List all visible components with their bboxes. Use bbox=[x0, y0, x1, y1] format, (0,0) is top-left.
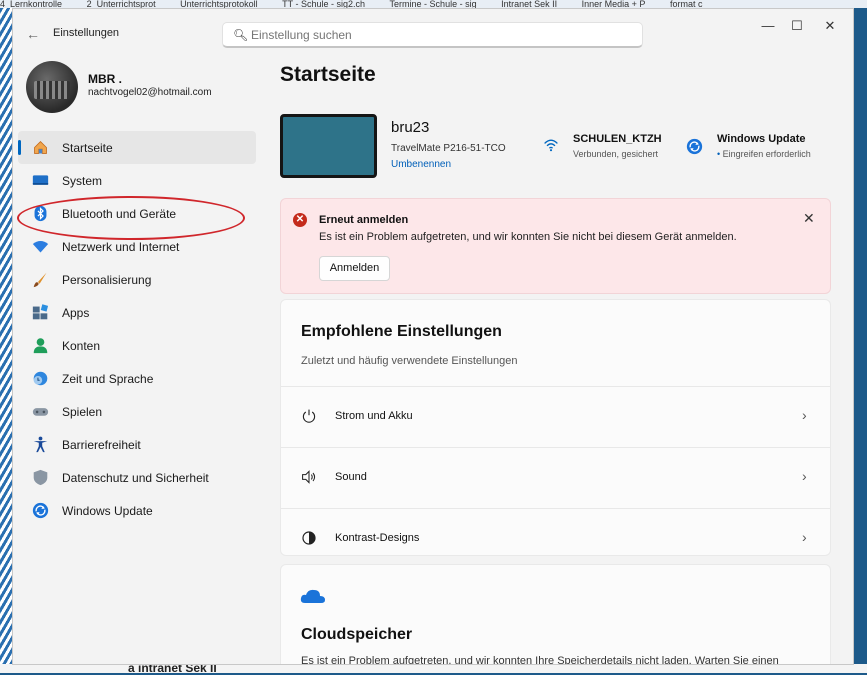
home-icon bbox=[34, 140, 47, 154]
sidebar-item-datenschutz[interactable]: Datenschutz und Sicherheit bbox=[18, 461, 256, 494]
update-icon bbox=[32, 502, 49, 519]
recommended-row-contrast[interactable]: Kontrast-Designs › bbox=[281, 508, 830, 569]
sidebar-nav: Startseite System Bluetooth und Geräte N… bbox=[18, 131, 256, 527]
recommended-subtitle: Zuletzt und häufig verwendete Einstellun… bbox=[301, 355, 518, 367]
sidebar-item-zeit-sprache[interactable]: Zeit und Sprache bbox=[18, 362, 256, 395]
cloud-storage-card: Cloudspeicher Es ist ein Problem aufgetr… bbox=[280, 564, 831, 665]
sidebar-item-windows-update[interactable]: Windows Update bbox=[18, 494, 256, 527]
sidebar-item-label: Datenschutz und Sicherheit bbox=[62, 471, 209, 485]
recommended-row-label: Sound bbox=[335, 471, 367, 483]
cloud-icon bbox=[300, 589, 325, 603]
globe-clock-icon bbox=[33, 371, 48, 386]
minimize-button[interactable]: — bbox=[752, 15, 784, 37]
sidebar-item-startseite[interactable]: Startseite bbox=[18, 131, 256, 164]
power-icon bbox=[302, 409, 316, 423]
annotation-ellipse bbox=[17, 196, 245, 240]
sidebar-item-label: Windows Update bbox=[62, 504, 153, 518]
app-title: Einstellungen bbox=[53, 27, 120, 39]
desktop-background bbox=[0, 8, 12, 673]
recommended-row-label: Kontrast-Designs bbox=[335, 532, 420, 544]
network-status: Verbunden, gesichert bbox=[573, 149, 659, 159]
sidebar-item-label: Zeit und Sprache bbox=[62, 372, 154, 386]
windows-update-status: • Eingreifen erforderlich bbox=[717, 149, 811, 159]
alert-title: Erneut anmelden bbox=[319, 214, 409, 226]
title-bar: ← Einstellungen 🔍︎ — ☐ ✕ bbox=[13, 9, 853, 57]
status-dot-icon: • bbox=[717, 149, 721, 159]
signin-button[interactable]: Anmelden bbox=[319, 256, 390, 281]
sidebar-item-label: Barrierefreiheit bbox=[62, 438, 141, 452]
maximize-button[interactable]: ☐ bbox=[781, 15, 813, 37]
sidebar-item-label: Spielen bbox=[62, 405, 103, 419]
sidebar-item-label: Konten bbox=[62, 339, 101, 353]
browser-tab[interactable]: format c bbox=[670, 0, 703, 8]
windows-update-title[interactable]: Windows Update bbox=[717, 133, 806, 145]
device-thumbnail bbox=[280, 114, 377, 178]
chevron-right-icon: › bbox=[802, 529, 807, 545]
user-name: MBR . bbox=[88, 72, 122, 86]
sidebar-item-label: System bbox=[62, 174, 103, 188]
device-name: bru23 bbox=[391, 119, 430, 136]
apps-icon bbox=[32, 304, 49, 320]
browser-tab[interactable]: Unterrichtsprotokoll bbox=[180, 0, 258, 8]
avatar bbox=[26, 61, 78, 113]
sidebar-item-label: Startseite bbox=[62, 141, 113, 155]
alert-close-button[interactable]: ✕ bbox=[803, 210, 815, 227]
browser-tab[interactable]: 4_Lernkontrolle bbox=[0, 0, 62, 8]
search-input[interactable] bbox=[251, 26, 631, 44]
chevron-right-icon: › bbox=[802, 407, 807, 423]
browser-tab[interactable]: Inner Media + P bbox=[582, 0, 646, 8]
recommended-settings-card: Empfohlene Einstellungen Zuletzt und häu… bbox=[280, 299, 831, 556]
browser-tab[interactable]: Termine - Schule - sig bbox=[390, 0, 477, 8]
browser-tab[interactable]: Intranet Sek II bbox=[501, 0, 557, 8]
windows-update-status-text: Eingreifen erforderlich bbox=[722, 149, 811, 159]
speaker-icon bbox=[302, 470, 316, 484]
network-icon bbox=[32, 240, 49, 253]
close-button[interactable]: ✕ bbox=[814, 15, 846, 37]
wifi-icon bbox=[544, 139, 558, 152]
signin-alert: ✕ Erneut anmelden Es ist ein Problem auf… bbox=[280, 198, 831, 294]
sidebar-item-label: Apps bbox=[62, 306, 90, 320]
recommended-row-label: Strom und Akku bbox=[335, 410, 413, 422]
chevron-right-icon: › bbox=[802, 468, 807, 484]
recommended-row-power[interactable]: Strom und Akku › bbox=[281, 386, 830, 447]
browser-tab[interactable]: 2_Unterrichtsprot bbox=[87, 0, 156, 8]
rename-link[interactable]: Umbenennen bbox=[391, 159, 451, 170]
sidebar-item-label: Netzwerk und Internet bbox=[62, 240, 180, 254]
gamepad-icon bbox=[32, 408, 49, 416]
sidebar-item-label: Personalisierung bbox=[62, 273, 152, 287]
sidebar-item-spielen[interactable]: Spielen bbox=[18, 395, 256, 428]
settings-window: ← Einstellungen 🔍︎ — ☐ ✕ MBR . nachtvoge… bbox=[12, 8, 854, 665]
search-box[interactable]: 🔍︎ bbox=[222, 22, 643, 48]
recommended-row-sound[interactable]: Sound › bbox=[281, 447, 830, 508]
brush-icon bbox=[33, 272, 47, 288]
device-model: TravelMate P216-51-TCO bbox=[391, 143, 506, 154]
search-icon: 🔍︎ bbox=[233, 28, 249, 42]
account-icon bbox=[33, 338, 48, 354]
recommended-title: Empfohlene Einstellungen bbox=[301, 323, 502, 340]
accessibility-icon bbox=[33, 436, 48, 453]
shield-icon bbox=[33, 469, 48, 486]
contrast-icon bbox=[302, 531, 316, 545]
cloud-title: Cloudspeicher bbox=[301, 626, 413, 643]
background-window: a intranet Sek II bbox=[0, 661, 867, 675]
alert-message: Es ist ein Problem aufgetreten, und wir … bbox=[319, 231, 737, 243]
back-arrow-icon[interactable]: ← bbox=[23, 24, 43, 44]
sidebar-item-barrierefreiheit[interactable]: Barrierefreiheit bbox=[18, 428, 256, 461]
sidebar-item-apps[interactable]: Apps bbox=[18, 296, 256, 329]
monitor-icon bbox=[32, 175, 49, 185]
sidebar-item-system[interactable]: System bbox=[18, 164, 256, 197]
error-icon: ✕ bbox=[293, 213, 307, 227]
sidebar-item-personalisierung[interactable]: Personalisierung bbox=[18, 263, 256, 296]
cloud-message: Es ist ein Problem aufgetreten, und wir … bbox=[301, 655, 779, 665]
windows-update-icon bbox=[686, 138, 703, 155]
network-name[interactable]: SCHULEN_KTZH bbox=[573, 133, 662, 145]
sidebar-item-konten[interactable]: Konten bbox=[18, 329, 256, 362]
browser-tab-strip: 4_Lernkontrolle 2_Unterrichtsprot Unterr… bbox=[0, 0, 867, 8]
browser-tab[interactable]: TT - Schule - sig2.ch bbox=[282, 0, 365, 8]
page-title: Startseite bbox=[280, 63, 376, 86]
user-email: nachtvogel02@hotmail.com bbox=[88, 87, 212, 98]
